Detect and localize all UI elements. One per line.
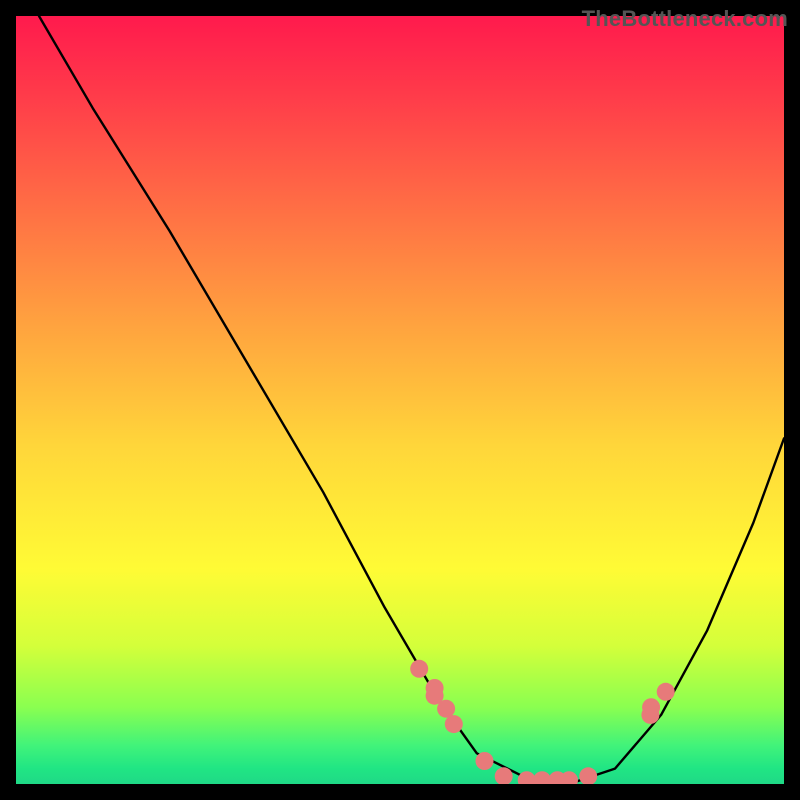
plot-overlay — [16, 16, 784, 784]
curve-marker-dot — [437, 700, 455, 718]
curve-marker-dot — [445, 715, 463, 733]
curve-marker-dot — [657, 683, 675, 701]
curve-marker-dot — [410, 660, 428, 678]
curve-marker-dot — [518, 771, 536, 784]
curve-marker-dot — [476, 752, 494, 770]
curve-marker-dot — [579, 767, 597, 784]
curve-marker-dot — [642, 698, 660, 716]
watermark-text: TheBottleneck.com — [582, 6, 788, 32]
curve-marker-dot — [533, 771, 551, 784]
curve-markers — [410, 660, 675, 784]
